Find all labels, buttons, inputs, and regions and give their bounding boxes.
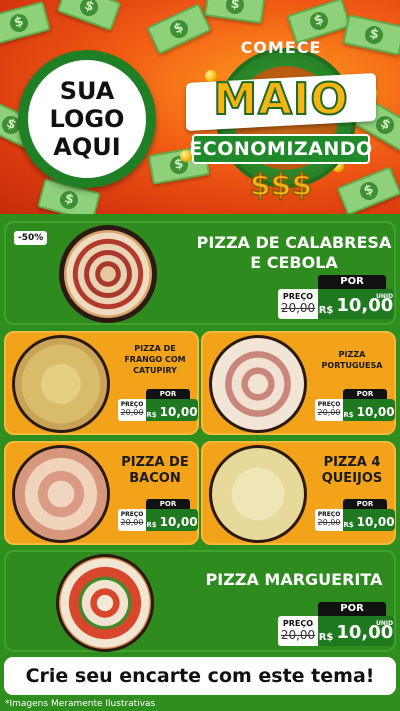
currency-symbol: R$ — [343, 411, 354, 419]
product-title-line: FRANGO COM — [124, 355, 186, 364]
pizza-frango-image — [12, 335, 110, 433]
unit-label: UNID — [376, 293, 394, 300]
product-title: PIZZA 4 QUEIJOS — [309, 455, 395, 487]
preco-label: PREÇO — [317, 511, 341, 518]
preco-label: PREÇO — [282, 292, 314, 301]
pizza-4-queijos-image — [209, 445, 307, 543]
new-price-value: 10,00 — [356, 405, 395, 419]
new-price: R$ 10,00 — [343, 509, 395, 531]
new-price-value: 10,00 — [159, 515, 198, 529]
product-title-line: PIZZA 4 — [323, 455, 381, 470]
currency-symbol: R$ — [318, 305, 334, 316]
original-price-box: PREÇO 20,00 — [315, 509, 343, 531]
logo-text-line: AQUI — [53, 133, 121, 161]
pizza-calabresa-image — [59, 225, 157, 323]
price-tag: POR PREÇO 20,00 R$ 10,00 — [118, 389, 198, 425]
currency-symbol: R$ — [318, 632, 334, 643]
old-price: 20,00 — [317, 408, 341, 417]
product-card-frango[interactable]: PIZZA DE FRANGO COM CATUPIRY POR PREÇO 2… — [4, 331, 199, 435]
por-label: POR — [343, 499, 387, 509]
price-tag: POR PREÇO 20,00 R$ 10,00 UNID — [278, 275, 394, 323]
discount-badge: -50% — [14, 231, 48, 245]
original-price-box: PREÇO 20,00 — [118, 509, 146, 531]
pizza-bacon-image — [12, 445, 110, 543]
product-title-line: PIZZA DE — [134, 344, 176, 353]
product-card-portuguesa[interactable]: PIZZA PORTUGUESA POR PREÇO 20,00 R$ 10,0… — [201, 331, 396, 435]
product-title: PIZZA PORTUGUESA — [309, 349, 395, 371]
product-title: PIZZA MARGUERITA — [196, 570, 392, 590]
preco-label: PREÇO — [282, 619, 314, 628]
logo-text-line: SUA — [59, 77, 115, 105]
old-price: 20,00 — [280, 628, 316, 642]
price-tag: POR PREÇO 20,00 R$ 10,00 — [315, 389, 395, 425]
original-price-box: PREÇO 20,00 — [278, 616, 318, 646]
disclaimer-note: *Imagens Meramente Ilustrativas — [5, 699, 156, 709]
badge-main-text: MAIO — [212, 73, 349, 126]
pizza-marguerita-image — [56, 554, 154, 652]
new-price: R$ 10,00 — [343, 399, 395, 421]
campaign-badge: COMECE MAIO ECONOMIZANDO $$$ — [186, 34, 376, 204]
new-price: R$ 10,00 — [146, 399, 198, 421]
preco-label: PREÇO — [120, 401, 144, 408]
new-price-value: 10,00 — [159, 405, 198, 419]
original-price-box: PREÇO 20,00 — [315, 399, 343, 421]
product-card-bacon[interactable]: PIZZA DE BACON POR PREÇO 20,00 R$ 10,00 — [4, 441, 199, 545]
product-card-marguerita[interactable]: PIZZA MARGUERITA POR PREÇO 20,00 R$ 10,0… — [4, 550, 396, 652]
cta-banner[interactable]: Crie seu encarte com este tema! — [4, 657, 396, 695]
product-title-line: CATUPIRY — [133, 366, 177, 375]
product-title: PIZZA DE BACON — [112, 455, 198, 487]
preco-label: PREÇO — [120, 511, 144, 518]
badge-top-text: COMECE — [240, 38, 322, 57]
product-title: PIZZA DE FRANGO COM CATUPIRY — [112, 343, 198, 376]
currency-symbol: R$ — [343, 521, 354, 529]
price-tag: POR PREÇO 20,00 R$ 10,00 — [315, 499, 395, 535]
preco-label: PREÇO — [317, 401, 341, 408]
pizza-portuguesa-image — [209, 335, 307, 433]
product-title-line: PIZZA — [338, 350, 366, 359]
product-card-calabresa[interactable]: -50% PIZZA DE CALABRESA E CEBOLA POR PRE… — [4, 221, 396, 325]
new-price-value: 10,00 — [356, 515, 395, 529]
old-price: 20,00 — [120, 518, 144, 527]
product-title-line: PORTUGUESA — [321, 361, 383, 370]
dollar-signs: $$$ — [249, 167, 313, 204]
currency-symbol: R$ — [146, 411, 157, 419]
por-label: POR — [343, 389, 387, 399]
money-bill-icon — [204, 0, 266, 24]
price-tag: POR PREÇO 20,00 R$ 10,00 — [118, 499, 198, 535]
old-price: 20,00 — [120, 408, 144, 417]
product-card-4-queijos[interactable]: PIZZA 4 QUEIJOS POR PREÇO 20,00 R$ 10,00 — [201, 441, 396, 545]
por-label: POR — [318, 602, 386, 616]
original-price-box: PREÇO 20,00 — [278, 289, 318, 319]
money-bill-icon — [56, 0, 122, 32]
product-title-line: PIZZA MARGUERITA — [205, 570, 383, 589]
badge-sub-text: ECONOMIZANDO — [189, 138, 373, 160]
currency-symbol: R$ — [146, 521, 157, 529]
logo-text-line: LOGO — [49, 105, 125, 133]
unit-label: UNID — [376, 620, 394, 627]
por-label: POR — [318, 275, 386, 289]
product-title-line: E CEBOLA — [250, 253, 338, 272]
old-price: 20,00 — [317, 518, 341, 527]
original-price-box: PREÇO 20,00 — [118, 399, 146, 421]
old-price: 20,00 — [280, 301, 316, 315]
header-banner: SUA LOGO AQUI COMECE MAIO ECONOMIZANDO $… — [0, 0, 400, 214]
product-title-line: BACON — [129, 471, 181, 486]
por-label: POR — [146, 499, 190, 509]
logo-placeholder: SUA LOGO AQUI — [18, 50, 156, 188]
por-label: POR — [146, 389, 190, 399]
product-title-line: QUEIJOS — [321, 471, 383, 486]
product-title-line: PIZZA DE CALABRESA — [196, 233, 392, 252]
product-title-line: PIZZA DE — [121, 455, 189, 470]
price-tag: POR PREÇO 20,00 R$ 10,00 UNID — [278, 602, 394, 650]
product-title: PIZZA DE CALABRESA E CEBOLA — [196, 233, 392, 273]
new-price: R$ 10,00 — [146, 509, 198, 531]
money-bill-icon — [0, 1, 51, 45]
